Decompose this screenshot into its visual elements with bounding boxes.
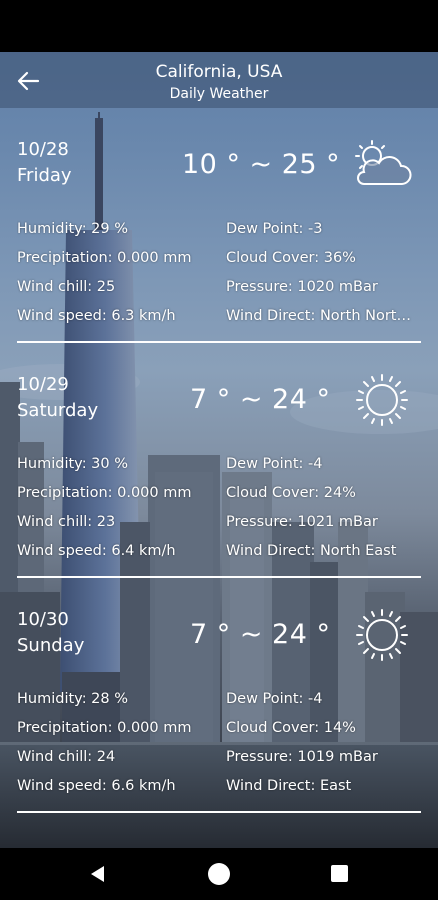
wind-direction-value: Wind Direct: North East [226,543,397,559]
wind-direction-value: Wind Direct: North North... [226,308,418,324]
precipitation-value: Precipitation: 0.000 mm [17,720,192,736]
wind-speed-value: Wind speed: 6.3 km/h [17,308,176,324]
cloud-cover-value: Cloud Cover: 24% [226,485,356,501]
day-card: 10/28 Friday 10 ° ~ 25 ° Humidity: 29 % … [0,108,438,343]
wind-direction-value: Wind Direct: East [226,778,352,794]
status-bar [0,0,438,52]
precipitation-value: Precipitation: 0.000 mm [17,485,192,501]
day-date: 10/29 [17,374,69,395]
humidity-value: Humidity: 28 % [17,691,129,707]
day-weekday: Saturday [17,400,99,421]
dew-point-value: Dew Point: -4 [226,691,323,707]
partly-cloudy-icon [355,140,412,185]
day-date: 10/28 [17,139,69,160]
day-weekday: Friday [17,165,72,186]
day-card: 10/29 Saturday 7 ° ~ 24 ° Humidity: 30 %… [0,343,438,578]
day-date: 10/30 [17,609,69,630]
nav-home-icon[interactable] [208,863,230,885]
humidity-value: Humidity: 30 % [17,456,129,472]
wind-speed-value: Wind speed: 6.4 km/h [17,543,176,559]
app-header: California, USA Daily Weather [0,52,438,108]
wind-chill-value: Wind chill: 25 [17,279,116,295]
day-card: 10/30 Sunday 7 ° ~ 24 ° Humidity: 28 % P… [0,578,438,813]
temperature-range: 7 ° ~ 24 ° [190,384,331,415]
pressure-value: Pressure: 1019 mBar [226,749,378,765]
pressure-value: Pressure: 1021 mBar [226,514,378,530]
nav-back-icon[interactable] [88,864,108,884]
sun-icon [356,609,408,661]
dew-point-value: Dew Point: -3 [226,221,323,237]
page-subtitle: Daily Weather [169,86,269,102]
pressure-value: Pressure: 1020 mBar [226,279,378,295]
system-navigation-bar [0,848,438,900]
divider [17,811,421,813]
location-title: California, USA [155,62,283,82]
wind-speed-value: Wind speed: 6.6 km/h [17,778,176,794]
nav-recents-icon[interactable] [331,865,348,882]
precipitation-value: Precipitation: 0.000 mm [17,250,192,266]
wind-chill-value: Wind chill: 24 [17,749,116,765]
cloud-cover-value: Cloud Cover: 36% [226,250,356,266]
cloud-cover-value: Cloud Cover: 14% [226,720,356,736]
temperature-range: 7 ° ~ 24 ° [190,619,331,650]
day-weekday: Sunday [17,635,85,656]
humidity-value: Humidity: 29 % [17,221,129,237]
temperature-range: 10 ° ~ 25 ° [182,149,341,180]
sun-icon [356,374,408,426]
weather-screen: California, USA Daily Weather 10/28 Frid… [0,52,438,848]
wind-chill-value: Wind chill: 23 [17,514,116,530]
dew-point-value: Dew Point: -4 [226,456,323,472]
